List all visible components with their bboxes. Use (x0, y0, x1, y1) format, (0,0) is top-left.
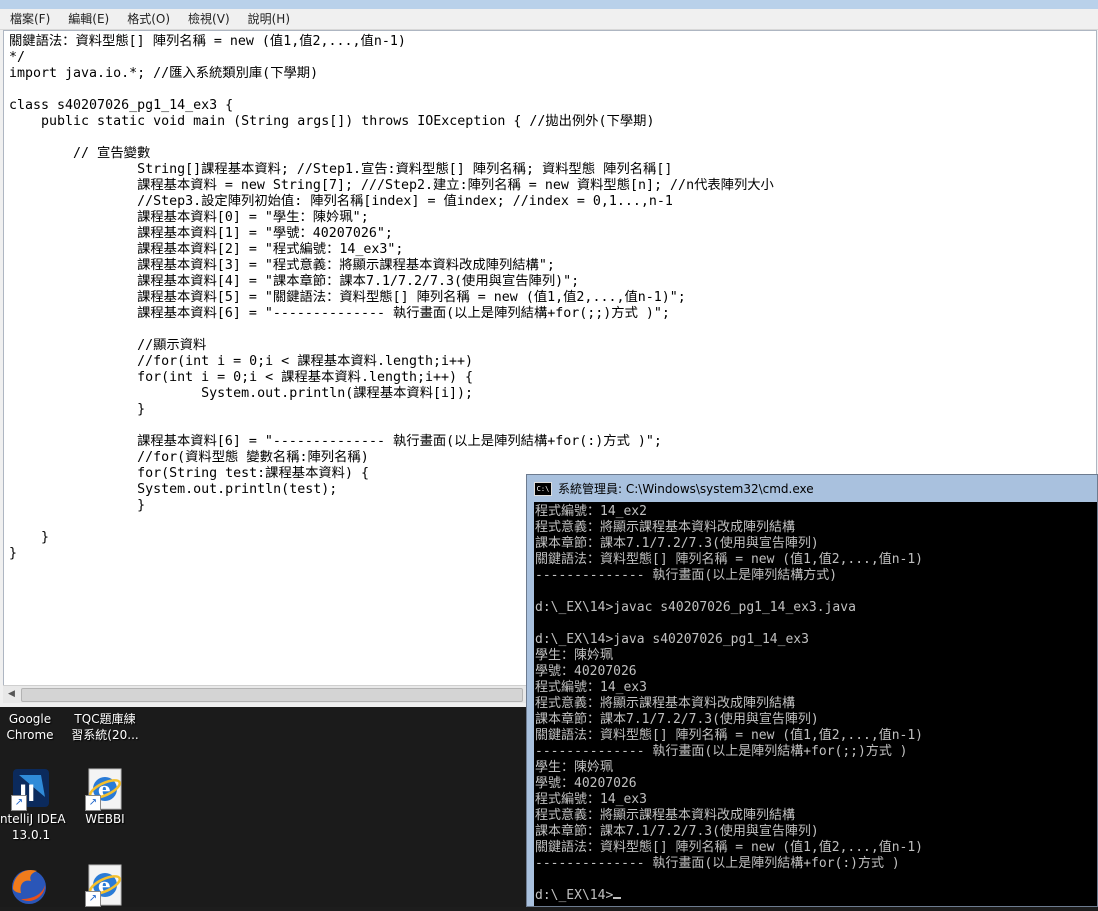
icon-label: WEBBI (85, 812, 125, 826)
code-line: } (9, 498, 146, 513)
cmd-titlebar[interactable]: C:\ 系統管理員: C:\Windows\system32\cmd.exe (527, 475, 1097, 502)
desktop-icon-webbi[interactable]: e ↗ WEBBI (66, 767, 144, 827)
menu-format[interactable]: 格式(O) (117, 9, 178, 29)
console-line: 程式編號：14_ex3 (535, 680, 647, 695)
code-line: //Step3.設定陣列初始值: 陣列名稱[index] = 值index; /… (9, 194, 673, 209)
icon-label: Chrome (6, 728, 54, 742)
desktop-icon-intellij[interactable]: JI ↗ IntelliJ IDEA 13.0.1 (0, 767, 70, 843)
code-line: // 宣告變數 (9, 146, 151, 161)
code-line: //for(int i = 0;i < 課程基本資料.length;i++) (9, 354, 474, 369)
scroll-left-icon[interactable]: ◀ (3, 686, 20, 703)
menu-view[interactable]: 檢視(V) (178, 9, 238, 29)
code-line: } (9, 402, 146, 417)
icon-label: IntelliJ IDEA (0, 812, 66, 826)
notepad-titlebar[interactable] (0, 0, 1098, 9)
icon-label: 13.0.1 (11, 828, 51, 842)
console-line: 學生：陳妗珮 (535, 648, 614, 663)
console-line: 學生：陳妗珮 (535, 760, 614, 775)
console-line: 程式意義：將顯示課程基本資料改成陣列結構 (535, 696, 796, 711)
console-line: d:\_EX\14>javac s40207026_pg1_14_ex3.jav… (535, 600, 856, 615)
icon-label: Google (8, 712, 52, 726)
console-line: 關鍵語法：資料型態[] 陣列名稱 = new (值1,值2,...,值n-1) (535, 552, 924, 567)
console-line: 關鍵語法：資料型態[] 陣列名稱 = new (值1,值2,...,值n-1) (535, 728, 924, 743)
desktop: Google Chrome TQC題庫練 習系統(20... JI ↗ Inte… (0, 707, 526, 907)
intellij-icon: JI ↗ (9, 767, 53, 811)
cmd-title: 系統管理員: C:\Windows\system32\cmd.exe (558, 482, 814, 496)
code-line: System.out.println(課程基本資料[i]); (9, 386, 474, 401)
shortcut-arrow-icon: ↗ (85, 795, 101, 811)
menu-file[interactable]: 檔案(F) (0, 9, 58, 29)
code-line: } (9, 530, 50, 545)
console-line: 程式編號：14_ex3 (535, 792, 647, 807)
firefox-icon (7, 863, 51, 907)
code-line: 課程基本資料[6] = "-------------- 執行畫面(以上是陣列結構… (9, 306, 670, 321)
shortcut-arrow-icon: ↗ (11, 795, 27, 811)
code-line: 課程基本資料[4] = "課本章節：課本7.1/7.2/7.3(使用與宣告陣列)… (9, 274, 580, 289)
console-prompt: d:\_EX\14> (535, 888, 614, 903)
code-line: 課程基本資料[3] = "程式意義：將顯示課程基本資料改成陣列結構"; (9, 258, 555, 273)
code-line: //顯示資料 (9, 338, 207, 353)
menu-bar: 檔案(F) 編輯(E) 格式(O) 檢視(V) 說明(H) (0, 9, 1098, 30)
code-line: for(String test:課程基本資料) { (9, 466, 369, 481)
scrollbar-thumb[interactable] (21, 688, 523, 702)
code-line: for(int i = 0;i < 課程基本資料.length;i++) { (9, 370, 474, 385)
console-line: 學號：40207026 (535, 664, 637, 679)
code-line: 課程基本資料[6] = "-------------- 執行畫面(以上是陣列結構… (9, 434, 662, 449)
console-line: 程式編號：14_ex2 (535, 504, 647, 519)
console-area[interactable]: 程式編號：14_ex2 程式意義：將顯示課程基本資料改成陣列結構 課本章節：課本… (534, 502, 1097, 906)
icon-label: 習系統(20... (71, 728, 139, 742)
console-line: 學號：40207026 (535, 776, 637, 791)
menu-help[interactable]: 說明(H) (238, 9, 298, 29)
console-line: 關鍵語法：資料型態[] 陣列名稱 = new (值1,值2,...,值n-1) (535, 840, 924, 855)
code-line: */ (9, 50, 26, 65)
code-line: 課程基本資料[5] = "關鍵語法：資料型態[] 陣列名稱 = new (值1,… (9, 290, 686, 305)
cmd-window-icon[interactable]: C:\ (534, 481, 552, 496)
shortcut-arrow-icon: ↗ (85, 891, 101, 907)
console-line: d:\_EX\14>java s40207026_pg1_14_ex3 (535, 632, 809, 647)
console-line: 課本章節：課本7.1/7.2/7.3(使用與宣告陣列) (535, 712, 819, 727)
code-line: System.out.println(test); (9, 482, 338, 497)
code-line: 課程基本資料 = new String[7]; ///Step2.建立:陣列名稱… (9, 178, 774, 193)
code-line: 課程基本資料[0] = "學生：陳妗珮"; (9, 210, 369, 225)
console-line: -------------- 執行畫面(以上是陣列結構+for(:)方式 ) (535, 856, 900, 871)
console-line: 課本章節：課本7.1/7.2/7.3(使用與宣告陣列) (535, 824, 819, 839)
code-line: 關鍵語法：資料型態[] 陣列名稱 = new (值1,值2,...,值n-1) (9, 34, 406, 49)
menu-edit[interactable]: 編輯(E) (58, 9, 117, 29)
console-line: 程式意義：將顯示課程基本資料改成陣列結構 (535, 808, 796, 823)
console-output: 程式編號：14_ex2 程式意義：將顯示課程基本資料改成陣列結構 課本章節：課本… (534, 502, 1097, 904)
code-line: String[]課程基本資料; //Step1.宣告:資料型態[] 陣列名稱; … (9, 162, 673, 177)
code-line: class s40207026_pg1_14_ex3 { (9, 98, 234, 113)
code-line: import java.io.*; //匯入系統類別庫(下學期) (9, 66, 319, 81)
code-line: //for(資料型態 變數名稱:陣列名稱) (9, 450, 369, 465)
console-cursor (613, 897, 622, 899)
internet-explorer-icon: e ↗ (83, 863, 127, 907)
cmd-window: C:\ 系統管理員: C:\Windows\system32\cmd.exe 程… (526, 474, 1098, 907)
icon-label: TQC題庫練 (74, 712, 136, 726)
desktop-icon-chrome[interactable]: Google Chrome (0, 711, 69, 743)
internet-explorer-icon: e ↗ (83, 767, 127, 811)
desktop-icon-tqc[interactable]: TQC題庫練 習系統(20... (66, 711, 144, 743)
code-line: public static void main (String args[]) … (9, 114, 655, 129)
desktop-icon-ie[interactable]: e ↗ (66, 863, 144, 907)
console-line: -------------- 執行畫面(以上是陣列結構+for(;;)方式 ) (535, 744, 908, 759)
code-line: } (9, 546, 18, 561)
console-line: 課本章節：課本7.1/7.2/7.3(使用與宣告陣列) (535, 536, 819, 551)
console-line: 程式意義：將顯示課程基本資料改成陣列結構 (535, 520, 796, 535)
console-line: -------------- 執行畫面(以上是陣列結構方式) (535, 568, 838, 583)
desktop-icon-firefox[interactable] (0, 863, 68, 907)
code-line: 課程基本資料[1] = "學號：40207026"; (9, 226, 393, 241)
code-line: 課程基本資料[2] = "程式編號：14_ex3"; (9, 242, 404, 257)
